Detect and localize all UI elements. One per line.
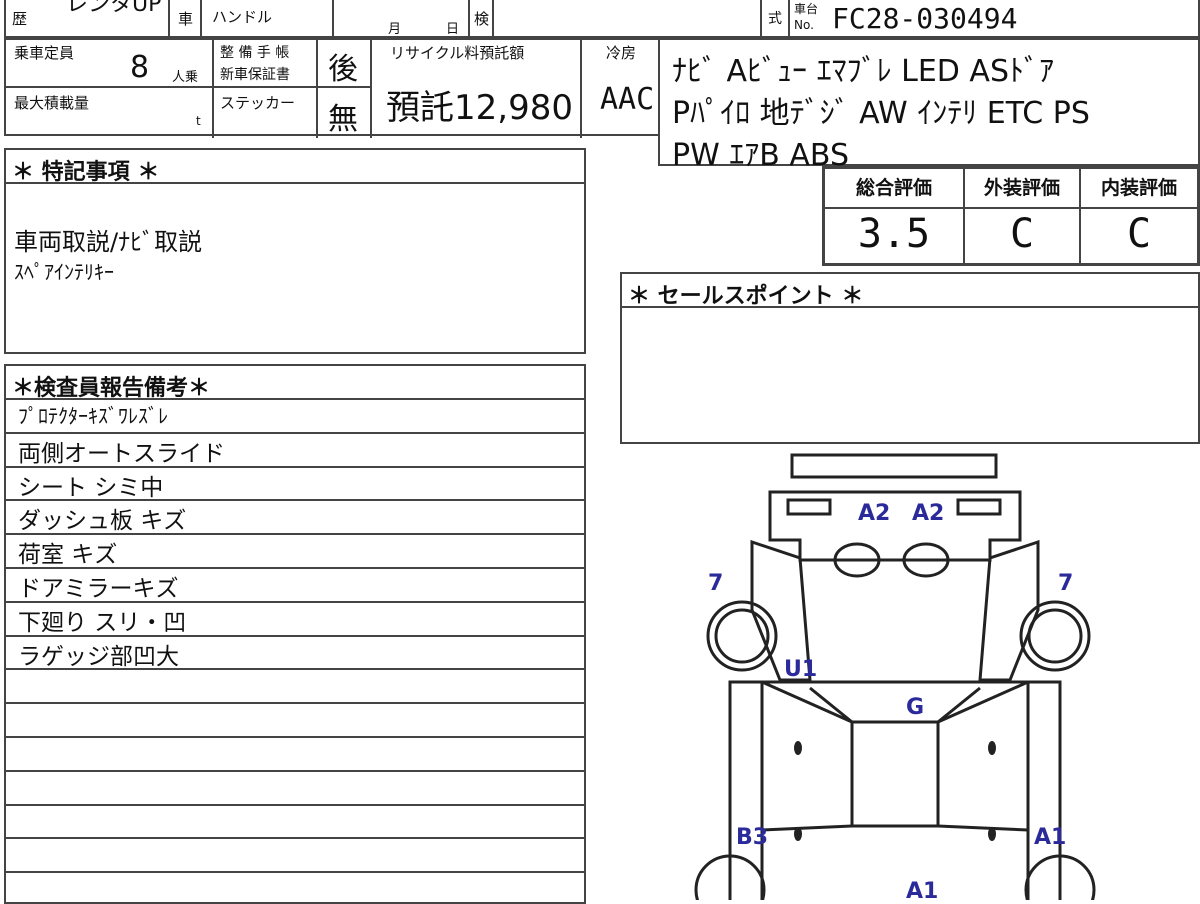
- special-note-line-1: 車両取説/ﾅﾋﾞ取説: [14, 228, 203, 256]
- wheel-front-left-inner-shape: [714, 608, 770, 664]
- max-load-unit: t: [196, 114, 201, 128]
- capacity-unit: 人乗: [172, 70, 199, 85]
- grille-left-shape: [786, 498, 832, 516]
- inspect-label: 検: [474, 10, 490, 28]
- handle-left-front-shape: [794, 741, 802, 755]
- sales-points-box: ＊ セールスポイント ＊: [620, 272, 1200, 444]
- report-line-8: ラゲッジ部凹大: [18, 643, 179, 670]
- mark-rear: A1: [906, 879, 938, 900]
- recycle-label: リサイクル料預託額: [390, 44, 525, 62]
- handle-left-rear-shape: [794, 827, 802, 841]
- mark-side-left: B3: [736, 825, 768, 850]
- history-label: 歴: [12, 10, 28, 28]
- hood-shape: [768, 490, 1022, 562]
- overall-grade-value: 3.5: [857, 211, 931, 257]
- header-date-cell: 月 日 検: [332, 0, 494, 40]
- front-bumper-shape: [790, 453, 998, 479]
- exterior-grade-value: C: [1009, 211, 1035, 257]
- grille-right-shape: [956, 498, 1002, 516]
- grades-table: 総合評価 3.5 外装評価 C 内装評価 C: [822, 166, 1200, 266]
- report-line-4: ダッシュ板 キズ: [18, 508, 187, 535]
- day-label: 日: [446, 22, 460, 37]
- max-load-label: 最大積載量: [14, 94, 90, 112]
- body-outline-shape: [728, 680, 1062, 900]
- capacity-value: 8: [130, 50, 150, 85]
- chassis-label-top: 車台: [794, 2, 819, 16]
- ac-value: AAC: [600, 82, 655, 117]
- type-label: 式: [768, 11, 782, 27]
- special-note-line-2: ｽﾍﾟｱｲﾝﾃﾘｷｰ: [14, 260, 114, 284]
- special-notes-box: ＊ 特記事項 ＊ 車両取説/ﾅﾋﾞ取説 ｽﾍﾟｱｲﾝﾃﾘｷｰ: [4, 148, 586, 354]
- maint-label: 整 備 手 帳: [220, 45, 290, 61]
- specs-table: 乗車定員 8 人乗 最大積載量 t 整 備 手 帳 新車保証書 ステッカー 後 …: [4, 38, 660, 138]
- wheel-front-left-shape: [706, 600, 778, 672]
- warranty-label: 新車保証書: [220, 67, 290, 83]
- report-line-2: 両側オートスライド: [18, 440, 225, 467]
- report-line-6: ドアミラーキズ: [18, 576, 179, 602]
- mark-roof: G: [906, 695, 924, 720]
- equipment-box: ﾅﾋﾞ Aﾋﾞｭｰ ｴﾏﾌﾞﾚ LED ASﾄﾞｱ Pﾊﾟｲﾛ 地ﾃﾞｼﾞ AW…: [658, 38, 1200, 173]
- report-line-1: ﾌﾟﾛﾃｸﾀｰｷｽﾞﾜﾚｽﾞﾚ: [18, 404, 168, 428]
- report-line-5: 荷室 キズ: [18, 542, 118, 569]
- inspector-report-box: ＊検査員報告備考＊ ﾌﾟﾛﾃｸﾀｰｷｽﾞﾜﾚｽﾞﾚ 両側オートスライド シート シミ…: [4, 364, 586, 904]
- exterior-grade-label: 外装評価: [983, 177, 1060, 199]
- wheel-front-right-shape: [1019, 600, 1091, 672]
- interior-grade-label: 内装評価: [1100, 177, 1177, 199]
- sticker-label: ステッカー: [220, 94, 296, 112]
- recycle-value: 預託12,980: [386, 88, 573, 128]
- interior-grade-value: C: [1126, 211, 1152, 257]
- maint-value: 後: [328, 52, 358, 87]
- capacity-label: 乗車定員: [14, 44, 75, 62]
- vehicle-damage-diagram: A2 A2 7 7 U1 G B3 A1 A1: [694, 453, 1096, 900]
- overall-grade-label: 総合評価: [855, 177, 932, 199]
- equipment-line-1: ﾅﾋﾞ Aﾋﾞｭｰ ｴﾏﾌﾞﾚ LED ASﾄﾞｱ: [672, 54, 1055, 89]
- mark-pillar-left: U1: [784, 657, 817, 682]
- history-value: レンタUP: [66, 0, 162, 17]
- report-line-3: シート シミ中: [18, 474, 164, 501]
- handle-label: ハンドル: [212, 8, 273, 26]
- sticker-value: 無: [328, 102, 358, 137]
- header-chassis-cell: 式 車台 No. FC28-030494: [760, 0, 1200, 40]
- mark-wheel-front-right: 7: [1058, 571, 1073, 596]
- chassis-number: FC28-030494: [832, 2, 1018, 35]
- chassis-label-bottom: No.: [794, 18, 814, 32]
- header-history-cell: 歴 レンタUP 車 ハンドル: [4, 0, 334, 40]
- month-label: 月: [388, 22, 402, 37]
- equipment-line-2: Pﾊﾟｲﾛ 地ﾃﾞｼﾞ AW ｲﾝﾃﾘ ETC PS: [672, 96, 1090, 131]
- mark-side-right: A1: [1034, 825, 1066, 850]
- mark-wheel-front-left: 7: [708, 571, 723, 596]
- handle-right-front-shape: [988, 741, 996, 755]
- roof-shape: [850, 720, 940, 828]
- wheel-front-right-inner-shape: [1027, 608, 1083, 664]
- mark-front-left: A2: [858, 501, 890, 526]
- report-line-7: 下廻り スリ・凹: [18, 609, 187, 636]
- car-label: 車: [178, 10, 194, 28]
- ac-label: 冷房: [606, 44, 637, 62]
- header-blank-cell: [492, 0, 762, 38]
- handle-right-rear-shape: [988, 827, 996, 841]
- mark-front-right: A2: [912, 501, 944, 526]
